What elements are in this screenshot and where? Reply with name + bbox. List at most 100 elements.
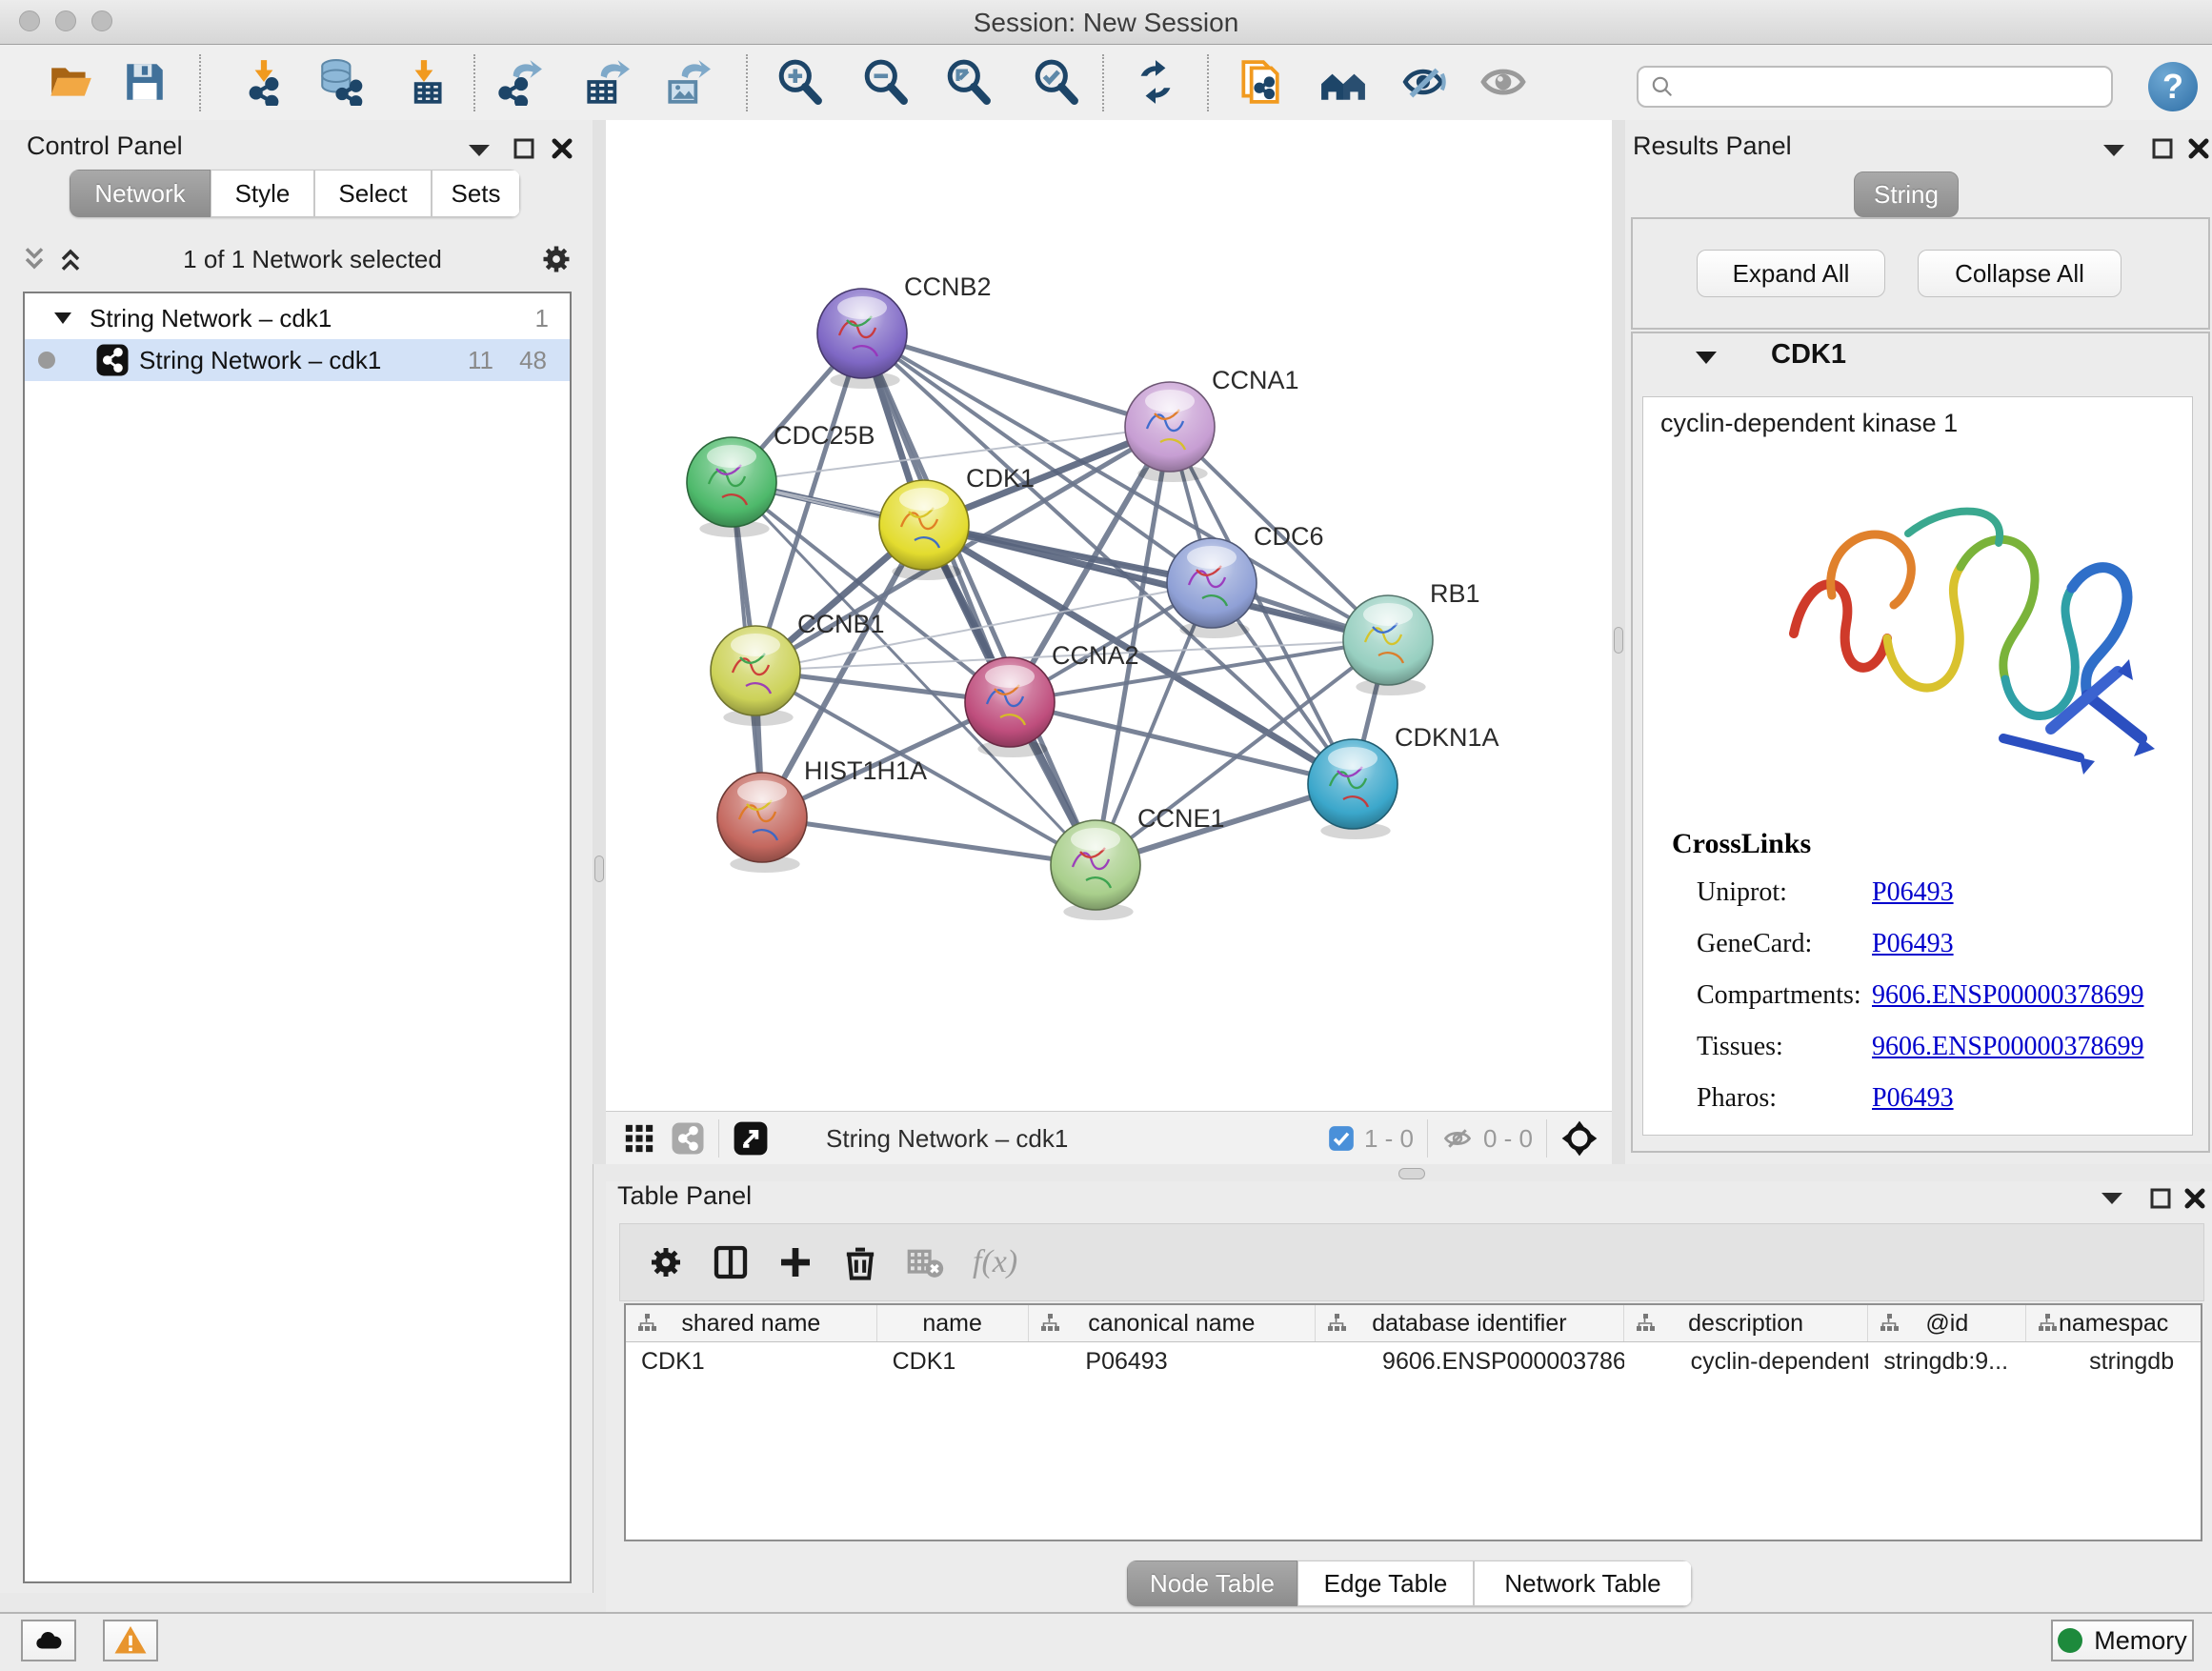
close-panel-icon[interactable] — [2183, 1187, 2206, 1210]
column-header-shared-name[interactable]: shared name — [626, 1305, 877, 1341]
column-header-database-identifier[interactable]: database identifier — [1316, 1305, 1624, 1341]
tab-edge-table[interactable]: Edge Table — [1297, 1560, 1474, 1606]
import-network-icon[interactable] — [240, 58, 288, 106]
expand-all-button[interactable]: Expand All — [1697, 250, 1885, 297]
tab-network-table[interactable]: Network Table — [1474, 1560, 1692, 1606]
memory-button[interactable]: Memory — [2051, 1620, 2194, 1661]
vertical-splitter-left[interactable] — [593, 120, 606, 1164]
network-node-CCNA1[interactable]: CCNA1 — [1125, 366, 1299, 482]
tab-style[interactable]: Style — [211, 170, 314, 217]
first-neighbors-icon[interactable] — [1319, 58, 1367, 106]
detach-view-icon[interactable] — [733, 1120, 769, 1157]
column-header-id[interactable]: @id — [1868, 1305, 2026, 1341]
search-field[interactable] — [1637, 66, 2113, 108]
tab-node-table[interactable]: Node Table — [1127, 1560, 1297, 1606]
close-panel-icon[interactable] — [2187, 137, 2210, 160]
gene-collapse-icon[interactable] — [1695, 351, 1718, 365]
warnings-button[interactable] — [103, 1620, 158, 1661]
show-columns-icon[interactable] — [712, 1243, 750, 1281]
collection-expand-icon[interactable] — [53, 312, 72, 325]
footer-separator — [1546, 1119, 1547, 1158]
hidden-eye-icon[interactable] — [1441, 1124, 1474, 1153]
zoom-selected-icon[interactable] — [1033, 58, 1080, 106]
network-edge[interactable] — [1010, 702, 1353, 784]
network-node-RB1[interactable]: RB1 — [1343, 579, 1480, 695]
node-table[interactable]: shared name name canonical name database… — [624, 1303, 2202, 1541]
zoom-out-icon[interactable] — [862, 58, 910, 106]
crosslink-tissues-link[interactable]: 9606.ENSP00000378699 — [1872, 1032, 2143, 1062]
delete-table-icon[interactable] — [906, 1243, 944, 1281]
table-row[interactable]: CDK1 CDK1 P06493 9606.ENSP00000378699 cy… — [626, 1342, 2201, 1380]
horizontal-splitter[interactable] — [606, 1164, 2212, 1181]
fit-content-target-icon[interactable] — [1560, 1119, 1599, 1158]
network-edge[interactable] — [862, 333, 1170, 427]
undock-panel-icon[interactable] — [2149, 1187, 2172, 1210]
open-session-icon[interactable] — [48, 58, 95, 106]
splitter-handle[interactable] — [1398, 1168, 1425, 1179]
column-header-name[interactable]: name — [877, 1305, 1029, 1341]
import-table-icon[interactable] — [400, 58, 448, 106]
collapse-all-icon[interactable] — [19, 244, 50, 274]
network-edge[interactable] — [762, 817, 1096, 865]
column-header-canonical-name[interactable]: canonical name — [1029, 1305, 1317, 1341]
vertical-splitter-right[interactable] — [1612, 120, 1625, 1164]
crosslink-pharos-link[interactable]: P06493 — [1872, 1083, 1954, 1114]
tab-string[interactable]: String — [1854, 171, 1959, 217]
help-button[interactable]: ? — [2148, 62, 2198, 111]
network-options-gear-icon[interactable] — [539, 242, 573, 276]
crosslink-genecard-link[interactable]: P06493 — [1872, 929, 1954, 959]
refresh-icon[interactable] — [1132, 58, 1179, 106]
tab-network[interactable]: Network — [70, 170, 211, 217]
splitter-handle[interactable] — [594, 856, 604, 882]
float-panel-icon[interactable] — [2100, 1191, 2124, 1206]
tab-sets[interactable]: Sets — [432, 170, 520, 217]
export-network-icon[interactable] — [495, 58, 543, 106]
network-edge[interactable] — [862, 333, 1096, 865]
float-panel-icon[interactable] — [467, 143, 492, 158]
cloud-button[interactable] — [21, 1620, 76, 1661]
splitter-handle[interactable] — [1614, 627, 1623, 654]
hide-graphics-details-icon[interactable] — [1401, 58, 1449, 106]
zoom-fit-icon[interactable] — [945, 58, 993, 106]
show-graphics-details-icon[interactable] — [1479, 58, 1527, 106]
undock-panel-icon[interactable] — [513, 137, 535, 160]
column-header-description[interactable]: description — [1624, 1305, 1869, 1341]
cell-name[interactable]: CDK1 — [877, 1342, 1029, 1380]
close-panel-icon[interactable] — [551, 137, 573, 160]
save-session-icon[interactable] — [121, 58, 169, 106]
cell-namespace[interactable]: stringdb — [2026, 1342, 2201, 1380]
collapse-all-button[interactable]: Collapse All — [1918, 250, 2122, 297]
tab-select[interactable]: Select — [314, 170, 432, 217]
grid-view-icon[interactable] — [623, 1122, 655, 1155]
column-header-namespace[interactable]: namespac — [2026, 1305, 2201, 1341]
network-canvas[interactable]: CCNB2 CCNA1 CDC25B — [606, 120, 1612, 1111]
selected-checkbox-icon[interactable] — [1328, 1125, 1355, 1152]
create-column-icon[interactable] — [776, 1243, 814, 1281]
export-table-icon[interactable] — [583, 58, 631, 106]
network-view-icon[interactable] — [671, 1121, 705, 1156]
export-image-icon[interactable] — [664, 58, 712, 106]
float-panel-icon[interactable] — [2101, 143, 2126, 158]
network-graph[interactable]: CCNB2 CCNA1 CDC25B — [606, 120, 1612, 1111]
expand-all-icon[interactable] — [55, 244, 86, 274]
network-node-HIST1H1A[interactable]: HIST1H1A — [717, 756, 927, 873]
undock-panel-icon[interactable] — [2151, 137, 2174, 160]
delete-column-icon[interactable] — [841, 1243, 879, 1281]
cell-description[interactable]: cyclin-dependent ... — [1624, 1342, 1869, 1380]
cell-id[interactable]: stringdb:9... — [1868, 1342, 2026, 1380]
cell-canonical-name[interactable]: P06493 — [1028, 1342, 1316, 1380]
cell-database-identifier[interactable]: 9606.ENSP00000378699 — [1316, 1342, 1624, 1380]
table-options-gear-icon[interactable] — [647, 1243, 685, 1281]
import-network-from-database-icon[interactable] — [316, 58, 364, 106]
zoom-in-icon[interactable] — [776, 58, 824, 106]
network-collection-row[interactable]: String Network – cdk1 1 — [25, 297, 570, 339]
network-node-CDKN1A[interactable]: CDKN1A — [1308, 723, 1499, 839]
crosslink-uniprot-link[interactable]: P06493 — [1872, 877, 1954, 908]
function-builder-icon[interactable]: f(x) — [973, 1244, 1017, 1280]
clone-network-icon[interactable] — [1236, 58, 1283, 106]
network-node-CCNB1[interactable]: CCNB1 — [711, 610, 885, 726]
network-row-selected[interactable]: String Network – cdk1 11 48 — [25, 339, 570, 381]
crosslink-compartments-link[interactable]: 9606.ENSP00000378699 — [1872, 980, 2143, 1011]
search-input[interactable] — [1682, 72, 2096, 101]
cell-shared-name[interactable]: CDK1 — [626, 1342, 877, 1380]
